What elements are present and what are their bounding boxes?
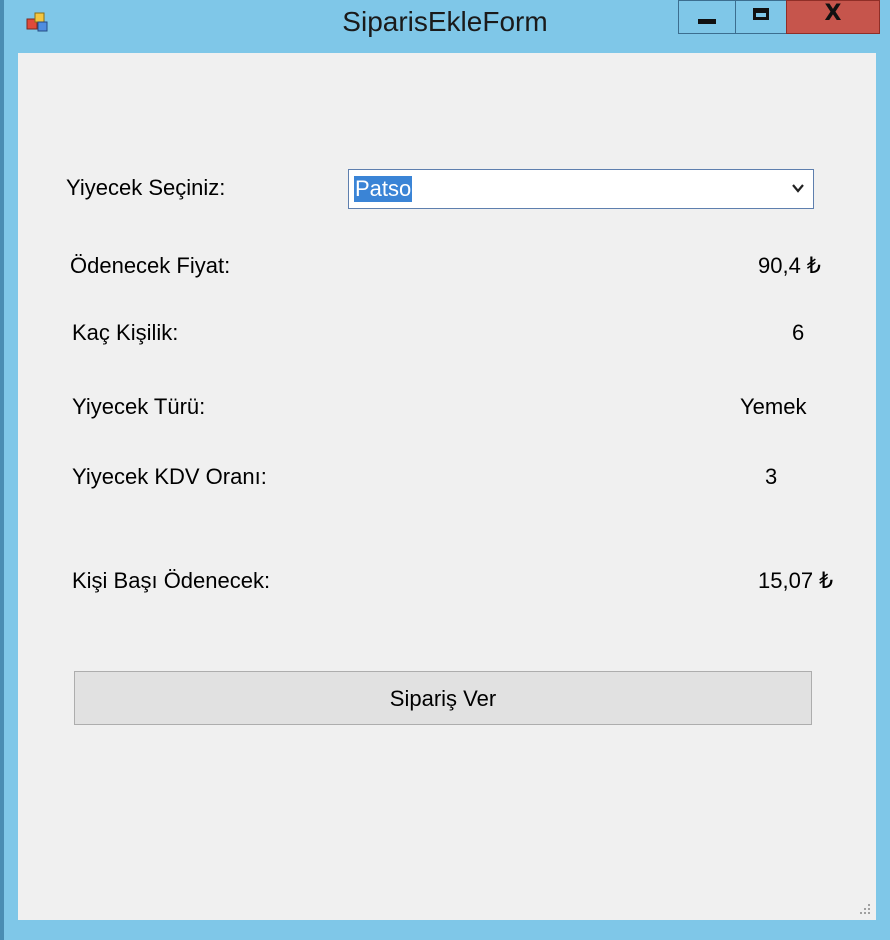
form-client-area: Yiyecek Seçiniz: Patso Ödenecek Fiyat: 9… (18, 53, 876, 920)
food-type-label: Yiyecek Türü: (72, 394, 206, 419)
maximize-icon (753, 8, 769, 20)
place-order-button[interactable]: Sipariş Ver (74, 671, 812, 725)
title-bar[interactable]: SiparisEkleForm X (0, 0, 890, 52)
minimize-button[interactable] (678, 0, 736, 34)
person-count-label: Kaç Kişilik: (72, 320, 179, 345)
food-select-combobox[interactable]: Patso (348, 169, 814, 209)
food-type-value: Yemek (740, 394, 807, 419)
vat-rate-label: Yiyecek KDV Oranı: (72, 464, 267, 489)
close-icon: X (824, 0, 842, 26)
resize-grip-icon[interactable] (858, 902, 872, 916)
food-select-value[interactable]: Patso (354, 176, 413, 202)
window-border (0, 0, 4, 940)
vat-rate-value: 3 (765, 464, 778, 489)
per-person-value: 15,07 ₺ (758, 568, 834, 593)
maximize-button[interactable] (735, 0, 787, 34)
price-label: Ödenecek Fiyat: (70, 253, 231, 278)
sipariş-ekle-window: SiparisEkleForm X Yiyecek Seçiniz: Patso… (0, 0, 890, 940)
price-value: 90,4 ₺ (758, 253, 821, 278)
close-button[interactable]: X (786, 0, 880, 34)
minimize-icon (698, 18, 716, 24)
per-person-label: Kişi Başı Ödenecek: (72, 568, 271, 593)
food-select-label: Yiyecek Seçiniz: (66, 175, 226, 200)
person-count-value: 6 (792, 320, 805, 345)
chevron-down-icon[interactable] (791, 181, 805, 195)
